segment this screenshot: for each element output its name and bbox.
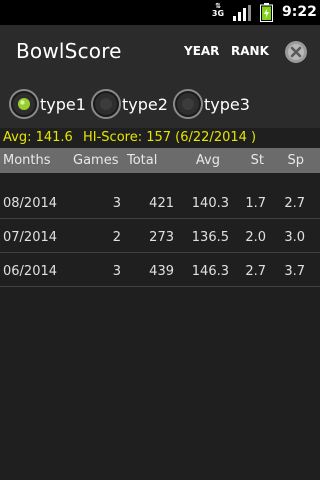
radio-type2[interactable]: type2 [90,88,168,120]
header-months[interactable]: Months [3,148,51,173]
cell-games: 3 [112,196,121,211]
cell-st: 2.0 [245,230,266,245]
cell-st: 1.7 [245,196,266,211]
radio-label: type1 [40,94,86,114]
radio-unselected-icon [173,89,203,119]
cell-month: 08/2014 [3,196,58,211]
network-label: 3G [211,9,225,18]
header-st[interactable]: St [251,148,264,173]
close-icon[interactable] [284,40,308,64]
radio-type3[interactable]: type3 [172,88,250,120]
radio-type1[interactable]: type1 [8,88,86,120]
cell-sp: 2.7 [284,196,305,211]
rank-button[interactable]: RANK [231,44,269,58]
cell-total: 421 [149,196,174,211]
radio-label: type2 [122,94,168,114]
cell-sp: 3.0 [284,230,305,245]
header-avg[interactable]: Avg [196,148,220,173]
cell-st: 2.7 [245,264,266,279]
header-total[interactable]: Total [127,148,157,173]
cell-avg: 140.3 [191,196,229,211]
hiscore-text: HI-Score: 157 (6/22/2014 ) [83,130,257,145]
cell-total: 439 [149,264,174,279]
table-row[interactable]: 07/2014 2 273 136.5 2.0 3.0 [0,219,320,253]
cell-sp: 3.7 [284,264,305,279]
header-games[interactable]: Games [73,148,118,173]
month-list: 08/2014 3 421 140.3 1.7 2.7 07/2014 2 27… [0,185,320,287]
cell-games: 3 [112,264,121,279]
cell-games: 2 [112,230,121,245]
cell-avg: 136.5 [191,230,229,245]
clock: 9:22 [282,4,317,20]
action-bar: BowlScore YEAR RANK [0,25,320,80]
battery-charging-icon [260,3,273,22]
cell-month: 06/2014 [3,264,58,279]
radio-selected-icon [9,89,39,119]
table-row[interactable]: 08/2014 3 421 140.3 1.7 2.7 [0,185,320,219]
app-title: BowlScore [16,39,122,63]
header-sp[interactable]: Sp [287,148,304,173]
type-selector: type1 type2 type3 [0,80,320,128]
table-row[interactable]: 06/2014 3 439 146.3 2.7 3.7 [0,253,320,287]
average-text: Avg: 141.6 [3,130,73,145]
summary-line: Avg: 141.6 HI-Score: 157 (6/22/2014 ) [0,128,320,148]
signal-strength-icon [233,5,251,21]
cell-avg: 146.3 [191,264,229,279]
radio-label: type3 [204,94,250,114]
radio-unselected-icon [91,89,121,119]
table-header: Months Games Total Avg St Sp [0,148,320,173]
cell-month: 07/2014 [3,230,58,245]
cell-total: 273 [149,230,174,245]
status-bar: ⇅ 3G 9:22 [0,0,320,25]
year-button[interactable]: YEAR [184,44,219,58]
network-3g-icon: ⇅ 3G [211,2,225,18]
